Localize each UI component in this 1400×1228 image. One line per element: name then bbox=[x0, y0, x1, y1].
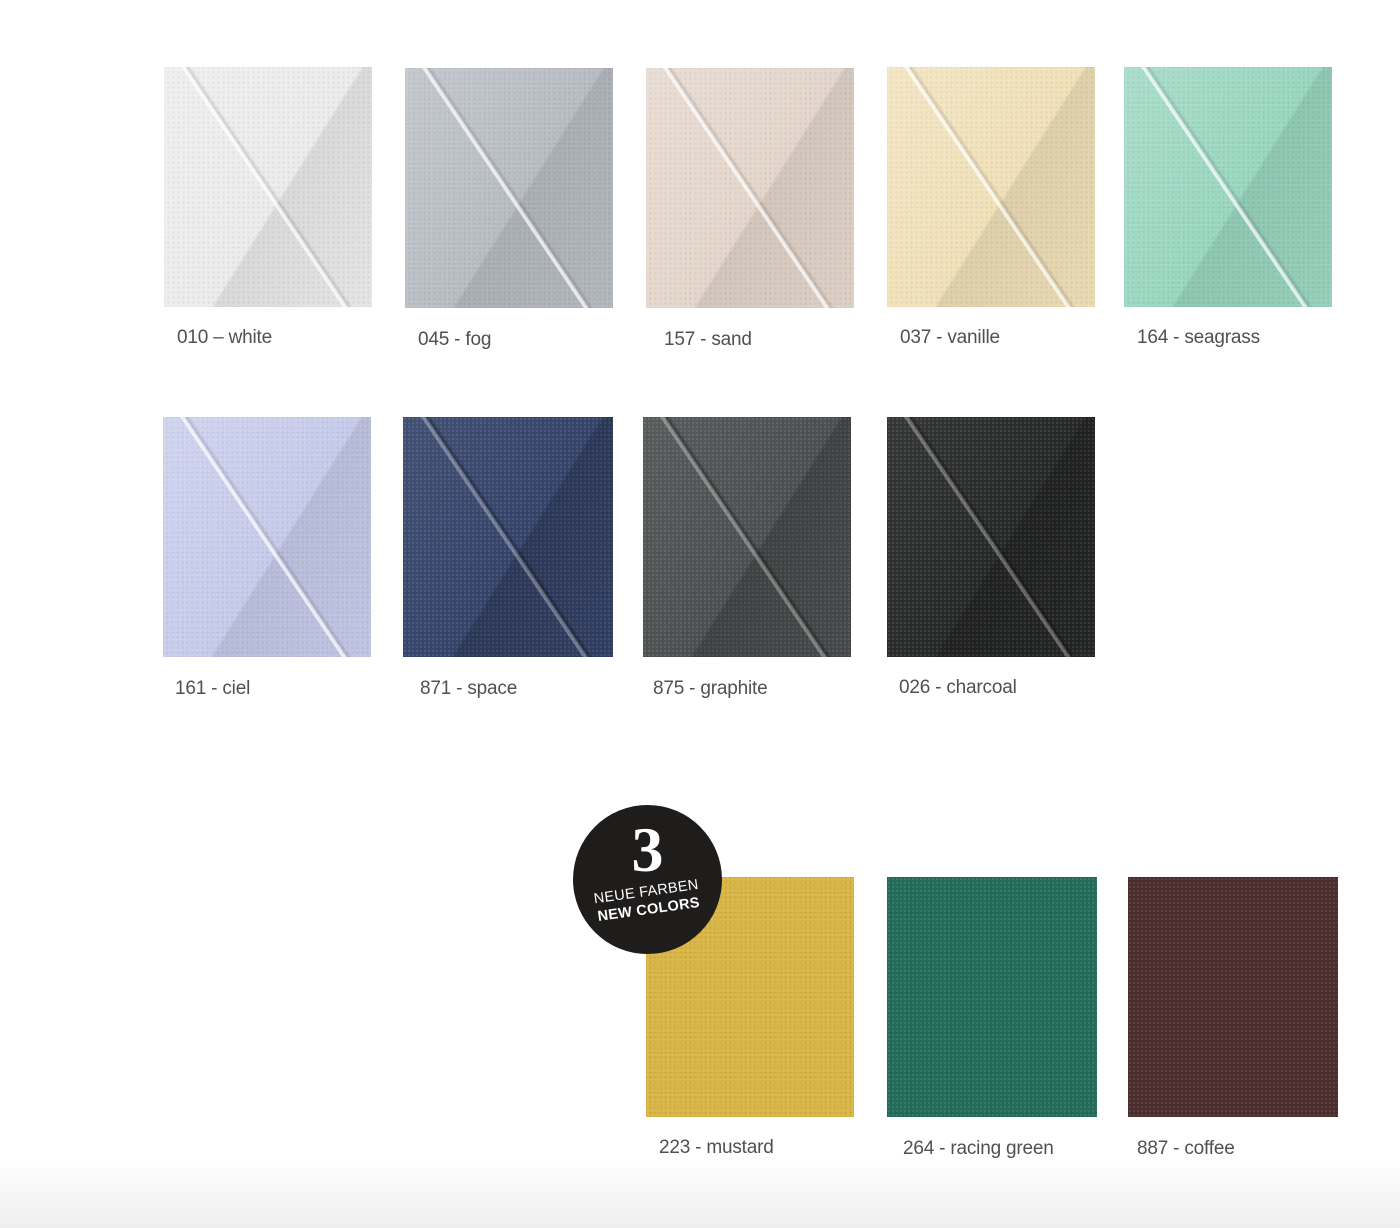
swatch-card-coffee[interactable]: 887 - coffee bbox=[1128, 877, 1338, 1167]
swatch-label-space: 871 - space bbox=[420, 678, 518, 699]
swatch-image-coffee bbox=[1128, 877, 1338, 1117]
swatch-card-racing-green[interactable]: 264 - racing green bbox=[887, 877, 1097, 1167]
swatch-image-ciel bbox=[163, 417, 371, 657]
swatch-label-ciel: 161 - ciel bbox=[175, 678, 251, 699]
page-bottom-fade bbox=[0, 1158, 1400, 1228]
swatch-image-charcoal bbox=[887, 417, 1095, 657]
swatch-card-sand[interactable]: 157 - sand bbox=[646, 68, 854, 358]
swatch-label-coffee: 887 - coffee bbox=[1137, 1138, 1235, 1159]
new-colors-badge: 3 NEUE FARBEN NEW COLORS bbox=[573, 805, 722, 954]
swatch-card-fog[interactable]: 045 - fog bbox=[405, 68, 613, 358]
swatch-image-white bbox=[164, 67, 372, 307]
swatch-image-seagrass bbox=[1124, 67, 1332, 307]
swatch-card-vanille[interactable]: 037 - vanille bbox=[887, 67, 1095, 357]
swatch-image-fog bbox=[405, 68, 613, 308]
swatch-card-graphite[interactable]: 875 - graphite bbox=[643, 417, 851, 707]
swatch-label-seagrass: 164 - seagrass bbox=[1137, 327, 1260, 348]
swatch-label-sand: 157 - sand bbox=[664, 329, 752, 350]
swatch-label-mustard: 223 - mustard bbox=[659, 1137, 774, 1158]
swatch-card-space[interactable]: 871 - space bbox=[403, 417, 613, 707]
swatch-label-racing-green: 264 - racing green bbox=[903, 1138, 1054, 1159]
swatch-label-fog: 045 - fog bbox=[418, 329, 492, 350]
swatch-image-graphite bbox=[643, 417, 851, 657]
swatch-image-racing-green bbox=[887, 877, 1097, 1117]
swatch-label-charcoal: 026 - charcoal bbox=[899, 677, 1017, 698]
swatch-card-ciel[interactable]: 161 - ciel bbox=[163, 417, 371, 707]
swatch-card-seagrass[interactable]: 164 - seagrass bbox=[1124, 67, 1332, 357]
swatch-card-charcoal[interactable]: 026 - charcoal bbox=[887, 417, 1095, 707]
swatch-image-sand bbox=[646, 68, 854, 308]
swatch-image-space bbox=[403, 417, 613, 657]
swatch-card-white[interactable]: 010 – white bbox=[164, 67, 372, 357]
swatch-label-white: 010 – white bbox=[177, 327, 272, 348]
swatch-label-graphite: 875 - graphite bbox=[653, 678, 768, 699]
swatch-label-vanille: 037 - vanille bbox=[900, 327, 1000, 348]
swatch-image-vanille bbox=[887, 67, 1095, 307]
